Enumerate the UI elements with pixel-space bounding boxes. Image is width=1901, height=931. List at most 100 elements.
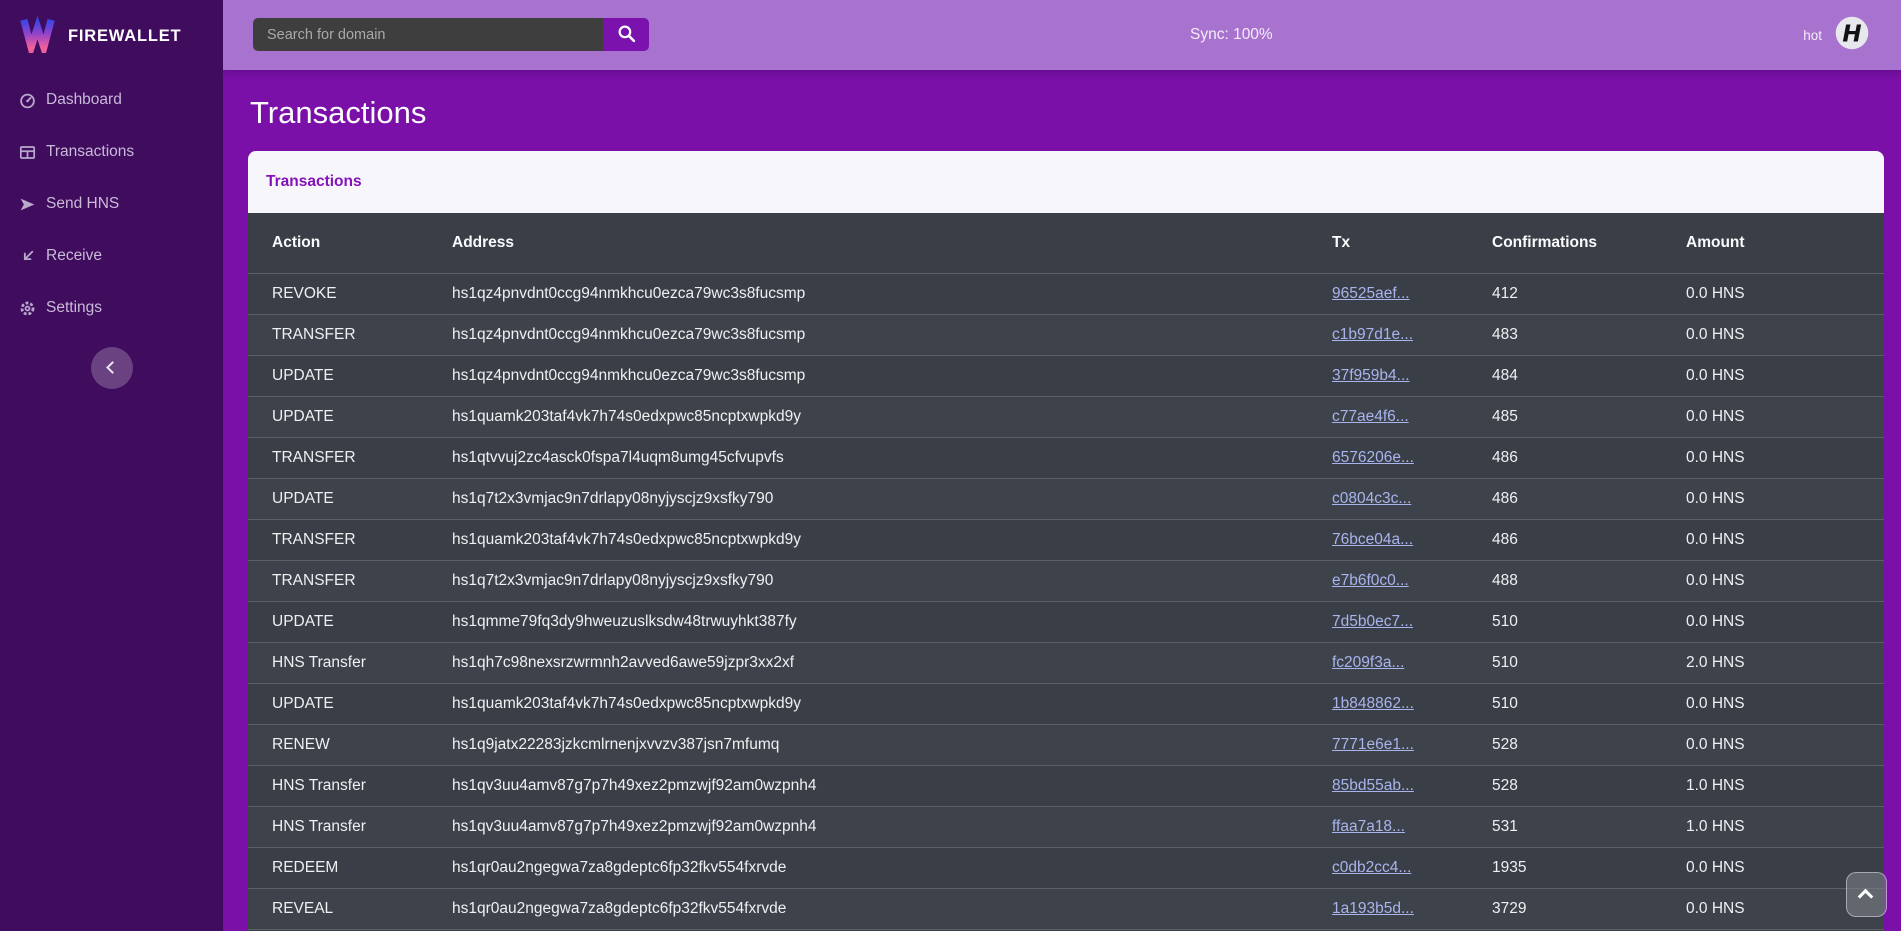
amount-cell: 1.0 HNS — [1686, 765, 1884, 806]
tx-link[interactable]: ffaa7a18... — [1332, 818, 1405, 835]
tx-link[interactable]: 85bd55ab... — [1332, 777, 1414, 794]
action-cell: UPDATE — [248, 396, 452, 437]
tx-link[interactable]: e7b6f0c0... — [1332, 572, 1409, 589]
sidebar-item-label: Transactions — [46, 143, 134, 161]
tx-cell: c1b97d1e... — [1332, 314, 1492, 355]
address-cell: hs1qh7c98nexsrzwrmnh2avved6awe59jzpr3xx2… — [452, 642, 1332, 683]
amount-cell: 0.0 HNS — [1686, 355, 1884, 396]
action-cell: RENEW — [248, 724, 452, 765]
tx-link[interactable]: 1b848862... — [1332, 695, 1414, 712]
svg-text:H: H — [1842, 21, 1861, 47]
tx-link[interactable]: fc209f3a... — [1332, 654, 1404, 671]
address-cell: hs1qmme79fq3dy9hweuzuslksdw48trwuyhkt387… — [452, 601, 1332, 642]
amount-cell: 0.0 HNS — [1686, 560, 1884, 601]
table-row: REVOKEhs1qz4pnvdnt0ccg94nmkhcu0ezca79wc3… — [248, 273, 1884, 314]
wallet-selector[interactable]: hot H — [1803, 0, 1869, 70]
column-header-amount: Amount — [1686, 213, 1884, 273]
tx-cell: 6576206e... — [1332, 437, 1492, 478]
address-cell: hs1qv3uu4amv87g7p7h49xez2pmzwjf92am0wzpn… — [452, 765, 1332, 806]
column-header-tx: Tx — [1332, 213, 1492, 273]
confirmations-cell: 3729 — [1492, 888, 1686, 929]
table-row: TRANSFERhs1quamk203taf4vk7h74s0edxpwc85n… — [248, 519, 1884, 560]
tx-link[interactable]: 76bce04a... — [1332, 531, 1413, 548]
scroll-to-top-button[interactable] — [1846, 872, 1887, 917]
address-cell: hs1qz4pnvdnt0ccg94nmkhcu0ezca79wc3s8fucs… — [452, 355, 1332, 396]
tx-link[interactable]: 7d5b0ec7... — [1332, 613, 1413, 630]
table-row: UPDATEhs1quamk203taf4vk7h74s0edxpwc85ncp… — [248, 683, 1884, 724]
amount-cell: 0.0 HNS — [1686, 601, 1884, 642]
amount-cell: 0.0 HNS — [1686, 519, 1884, 560]
amount-cell: 0.0 HNS — [1686, 314, 1884, 355]
confirmations-cell: 528 — [1492, 724, 1686, 765]
app-logo[interactable]: FIREWALLET — [0, 0, 223, 58]
confirmations-cell: 486 — [1492, 519, 1686, 560]
table-row: RENEWhs1q9jatx22283jzkcmlrnenjxvvzv387js… — [248, 724, 1884, 765]
confirmations-cell: 1935 — [1492, 847, 1686, 888]
column-header-address: Address — [452, 213, 1332, 273]
tx-link[interactable]: c77ae4f6... — [1332, 408, 1409, 425]
sidebar-item-transactions[interactable]: Transactions — [0, 126, 223, 178]
main-content: Transactions Transactions Action Address… — [223, 70, 1901, 931]
tx-cell: c77ae4f6... — [1332, 396, 1492, 437]
tx-link[interactable]: 6576206e... — [1332, 449, 1414, 466]
table-row: TRANSFERhs1qtvvuj2zc4asck0fspa7l4uqm8umg… — [248, 437, 1884, 478]
address-cell: hs1quamk203taf4vk7h74s0edxpwc85ncptxwpkd… — [452, 683, 1332, 724]
search-button[interactable] — [603, 18, 649, 51]
action-cell: TRANSFER — [248, 314, 452, 355]
confirmations-cell: 486 — [1492, 478, 1686, 519]
action-cell: HNS Transfer — [248, 642, 452, 683]
confirmations-cell: 531 — [1492, 806, 1686, 847]
sidebar-nav: Dashboard Transactions Send HNS Receiv — [0, 74, 223, 334]
address-cell: hs1q7t2x3vmjac9n7drlapy08nyjyscjz9xsfky7… — [452, 560, 1332, 601]
table-row: REVEALhs1qr0au2ngegwa7za8gdeptc6fp32fkv5… — [248, 888, 1884, 929]
confirmations-cell: 528 — [1492, 765, 1686, 806]
sidebar-item-receive[interactable]: Receive — [0, 230, 223, 282]
action-cell: TRANSFER — [248, 560, 452, 601]
table-row: HNS Transferhs1qh7c98nexsrzwrmnh2avved6a… — [248, 642, 1884, 683]
tx-link[interactable]: 1a193b5d... — [1332, 900, 1414, 917]
amount-cell: 0.0 HNS — [1686, 437, 1884, 478]
sidebar-collapse-button[interactable] — [91, 347, 133, 389]
tx-cell: 37f959b4... — [1332, 355, 1492, 396]
tx-cell: e7b6f0c0... — [1332, 560, 1492, 601]
address-cell: hs1qr0au2ngegwa7za8gdeptc6fp32fkv554fxrv… — [452, 888, 1332, 929]
search-input[interactable] — [253, 18, 603, 51]
tx-cell: 1b848862... — [1332, 683, 1492, 724]
confirmations-cell: 483 — [1492, 314, 1686, 355]
tx-cell: ffaa7a18... — [1332, 806, 1492, 847]
sidebar-item-send-hns[interactable]: Send HNS — [0, 178, 223, 230]
action-cell: REVOKE — [248, 273, 452, 314]
tx-link[interactable]: c1b97d1e... — [1332, 326, 1413, 343]
table-row: TRANSFERhs1qz4pnvdnt0ccg94nmkhcu0ezca79w… — [248, 314, 1884, 355]
table-header: Action Address Tx Confirmations Amount — [248, 213, 1884, 273]
action-cell: HNS Transfer — [248, 806, 452, 847]
confirmations-cell: 510 — [1492, 683, 1686, 724]
amount-cell: 1.0 HNS — [1686, 806, 1884, 847]
amount-cell: 0.0 HNS — [1686, 478, 1884, 519]
sidebar-item-dashboard[interactable]: Dashboard — [0, 74, 223, 126]
tx-cell: 7771e6e1... — [1332, 724, 1492, 765]
sync-status: Sync: 100% — [1190, 0, 1273, 70]
tx-link[interactable]: 37f959b4... — [1332, 367, 1410, 384]
firewallet-w-logo — [18, 14, 57, 58]
table-icon — [19, 144, 36, 161]
tx-link[interactable]: 7771e6e1... — [1332, 736, 1414, 753]
chevron-left-icon — [106, 361, 119, 374]
table-row: REDEEMhs1qr0au2ngegwa7za8gdeptc6fp32fkv5… — [248, 847, 1884, 888]
card-title: Transactions — [266, 173, 362, 191]
tx-cell: 85bd55ab... — [1332, 765, 1492, 806]
tx-cell: c0db2cc4... — [1332, 847, 1492, 888]
tx-cell: 1a193b5d... — [1332, 888, 1492, 929]
transactions-table: Action Address Tx Confirmations Amount R… — [248, 213, 1884, 929]
sidebar-item-label: Dashboard — [46, 91, 122, 109]
amount-cell: 0.0 HNS — [1686, 683, 1884, 724]
tx-link[interactable]: c0804c3c... — [1332, 490, 1411, 507]
tx-link[interactable]: 96525aef... — [1332, 285, 1410, 302]
tx-link[interactable]: c0db2cc4... — [1332, 859, 1411, 876]
address-cell: hs1quamk203taf4vk7h74s0edxpwc85ncptxwpkd… — [452, 519, 1332, 560]
sidebar-item-settings[interactable]: Settings — [0, 282, 223, 334]
gauge-icon — [19, 92, 36, 109]
tx-cell: fc209f3a... — [1332, 642, 1492, 683]
topbar: Sync: 100% hot H — [223, 0, 1901, 70]
table-row: UPDATEhs1qz4pnvdnt0ccg94nmkhcu0ezca79wc3… — [248, 355, 1884, 396]
